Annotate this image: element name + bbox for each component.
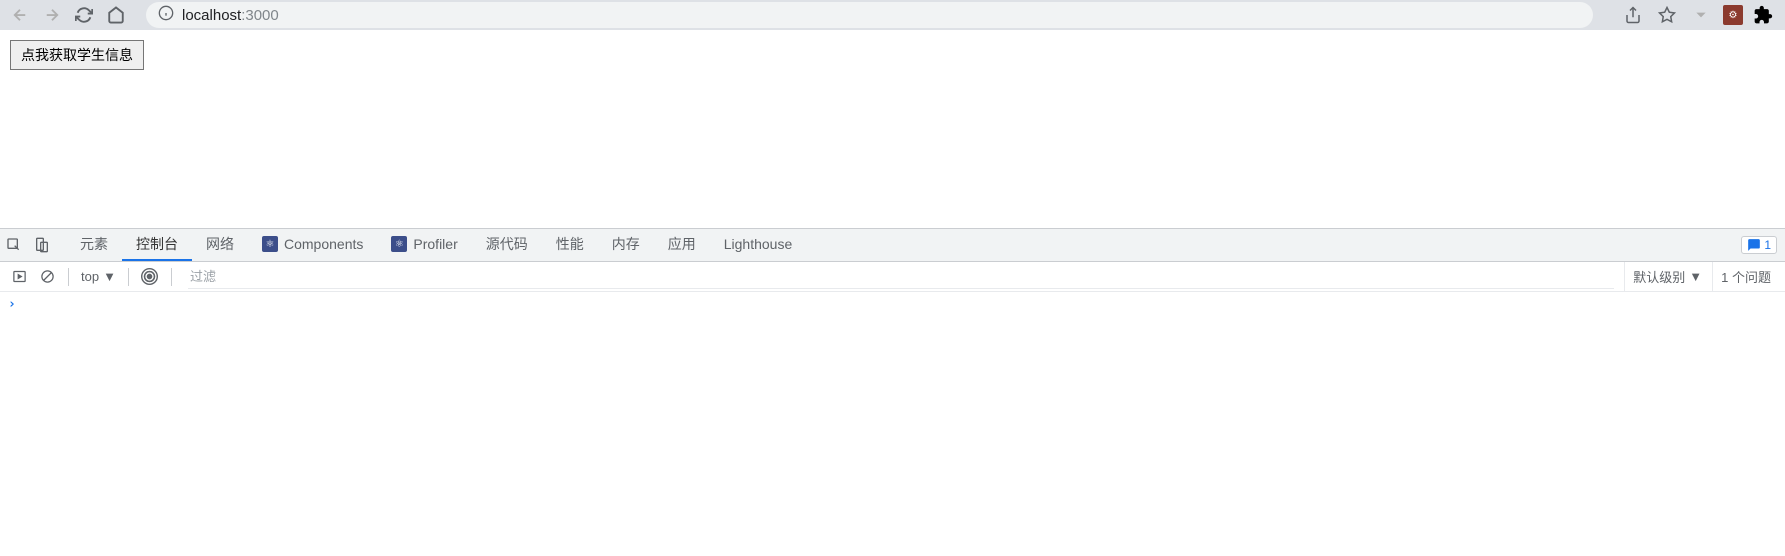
devtools-tabs: 元素 控制台 网络 ⚛ Components ⚛ Profiler 源代码 性能 内存 应用 Ligh… (66, 229, 806, 261)
toggle-sidebar-button[interactable] (6, 264, 32, 290)
inspect-element-button[interactable] (0, 229, 28, 262)
live-expression-button[interactable] (137, 264, 163, 290)
device-toolbar-button[interactable] (28, 229, 56, 262)
reload-button[interactable] (72, 3, 96, 27)
devtools-tab-lighthouse[interactable]: Lighthouse (710, 229, 807, 261)
filter-container (188, 265, 1614, 289)
console-toolbar: top ▼ 默认级别 ▼ 1 个问题 (0, 262, 1785, 292)
console-prompt-icon: › (8, 297, 16, 312)
extension-icon-1[interactable]: ⚙ (1723, 5, 1743, 25)
tab-label: 源代码 (486, 234, 528, 254)
separator (171, 268, 172, 286)
devtools-tab-components[interactable]: ⚛ Components (248, 229, 377, 261)
log-level-label: 默认级别 (1633, 267, 1685, 286)
tab-label: 元素 (80, 234, 108, 254)
home-button[interactable] (104, 3, 128, 27)
log-level-dropdown[interactable]: 默认级别 ▼ (1624, 262, 1710, 291)
arrow-down-icon[interactable] (1689, 3, 1713, 27)
get-student-info-button[interactable]: 点我获取学生信息 (10, 40, 144, 70)
toolbar-right: ⚙ (1621, 3, 1777, 27)
devtools-tab-性能[interactable]: 性能 (542, 229, 598, 261)
separator (68, 268, 69, 286)
clear-console-button[interactable] (34, 264, 60, 290)
tab-label: Components (284, 236, 363, 252)
devtools-tab-元素[interactable]: 元素 (66, 229, 122, 261)
context-selector[interactable]: top ▼ (77, 269, 120, 284)
tab-label: 性能 (556, 234, 584, 254)
address-bar[interactable]: localhost:3000 (146, 2, 1593, 28)
console-filter-input[interactable] (188, 265, 1614, 289)
nav-forward-button[interactable] (40, 3, 64, 27)
page-content: 点我获取学生信息 (0, 30, 1785, 228)
tab-label: 控制台 (136, 234, 178, 254)
console-body[interactable]: › (0, 292, 1785, 556)
nav-back-button[interactable] (8, 3, 32, 27)
dropdown-arrow-icon: ▼ (1689, 269, 1702, 284)
context-label: top (81, 269, 99, 284)
devtools-tab-应用[interactable]: 应用 (654, 229, 710, 261)
devtools-tab-profiler[interactable]: ⚛ Profiler (377, 229, 471, 261)
site-info-icon[interactable] (158, 5, 174, 25)
problems-label: 1 个问题 (1721, 267, 1771, 286)
extensions-button[interactable] (1753, 5, 1773, 25)
problems-counter[interactable]: 1 个问题 (1712, 262, 1779, 291)
issues-count: 1 (1764, 238, 1771, 252)
browser-toolbar: localhost:3000 ⚙ (0, 0, 1785, 30)
dropdown-arrow-icon: ▼ (103, 269, 116, 284)
issues-badge[interactable]: 1 (1741, 236, 1777, 254)
tab-label: 网络 (206, 234, 234, 254)
devtools-tab-源代码[interactable]: 源代码 (472, 229, 542, 261)
devtools-header: 元素 控制台 网络 ⚛ Components ⚛ Profiler 源代码 性能 内存 应用 Ligh… (0, 229, 1785, 262)
react-icon: ⚛ (262, 236, 278, 252)
devtools-tab-内存[interactable]: 内存 (598, 229, 654, 261)
tab-label: 内存 (612, 234, 640, 254)
tab-label: Profiler (413, 236, 457, 252)
tab-label: Lighthouse (724, 236, 793, 252)
separator (128, 268, 129, 286)
devtools-tab-网络[interactable]: 网络 (192, 229, 248, 261)
bookmark-button[interactable] (1655, 3, 1679, 27)
devtools-header-right: 1 (1741, 236, 1785, 254)
devtools-tab-控制台[interactable]: 控制台 (122, 229, 192, 261)
tab-label: 应用 (668, 234, 696, 254)
devtools-panel: 元素 控制台 网络 ⚛ Components ⚛ Profiler 源代码 性能 内存 应用 Ligh… (0, 228, 1785, 556)
share-button[interactable] (1621, 3, 1645, 27)
url-text: localhost:3000 (182, 7, 279, 24)
react-icon: ⚛ (391, 236, 407, 252)
